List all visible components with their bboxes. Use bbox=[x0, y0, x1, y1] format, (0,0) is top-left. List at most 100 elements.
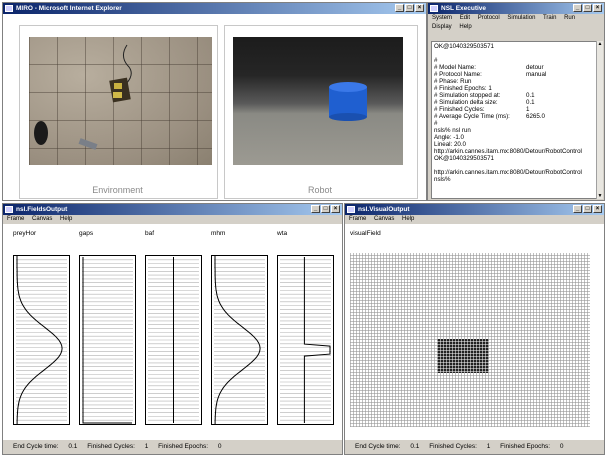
visual-canvas: visualField bbox=[345, 224, 604, 440]
console-line-text: # bbox=[434, 120, 438, 127]
console-line: Lineal: 20.0 bbox=[434, 141, 598, 148]
visual-menubar: Frame Canvas Help bbox=[345, 215, 604, 224]
fields-canvas: preyHor gaps baf mhm wta bbox=[3, 224, 342, 440]
minimize-button[interactable]: _ bbox=[573, 205, 582, 213]
console-line-text: OK@1040329503571 bbox=[434, 155, 494, 162]
console-line: nsls% bbox=[434, 176, 598, 183]
minimize-button[interactable]: _ bbox=[311, 205, 320, 213]
menu-help[interactable]: Help bbox=[60, 216, 72, 222]
visual-titlebar[interactable]: nsl.VisualOutput _ □ × bbox=[345, 204, 604, 215]
finished-epochs-value: 0 bbox=[217, 443, 222, 450]
robot-camera-image bbox=[233, 37, 403, 165]
end-cycle-value: 0.1 bbox=[68, 443, 78, 450]
nsl-console[interactable]: OK@1040329503571 # # Model Name: detour # Pr… bbox=[431, 41, 601, 199]
fields-title: nsl.FieldsOutput bbox=[16, 206, 68, 213]
minimize-button[interactable]: _ bbox=[395, 4, 404, 12]
ie-window: MIRO - Microsoft Internet Explorer _ □ ×… bbox=[2, 2, 427, 201]
console-line: # Phase: Run bbox=[434, 78, 598, 85]
console-line: OK@1040329503571 bbox=[434, 43, 598, 50]
console-scrollbar[interactable]: ▲ ▼ bbox=[596, 41, 603, 199]
field-panel-label: mhm bbox=[211, 230, 226, 237]
finished-epochs-value: 0 bbox=[559, 443, 564, 450]
close-button[interactable]: × bbox=[593, 205, 602, 213]
console-line-value: 1 bbox=[526, 106, 530, 113]
visual-title: nsl.VisualOutput bbox=[358, 206, 410, 213]
maximize-button[interactable]: □ bbox=[583, 4, 592, 12]
scroll-up-arrow[interactable]: ▲ bbox=[597, 41, 603, 47]
console-line: # Simulation stopped at: 0.1 bbox=[434, 92, 598, 99]
visual-field-grid bbox=[350, 253, 590, 427]
nsl-titlebar[interactable]: NSL Executive _ □ × bbox=[428, 3, 604, 14]
close-button[interactable]: × bbox=[593, 4, 602, 12]
console-line-text: http://arkin.cannes.itam.mx:8080/Detour/… bbox=[434, 148, 582, 155]
console-line-text: # Protocol Name: bbox=[434, 71, 482, 78]
menu-canvas[interactable]: Canvas bbox=[32, 216, 52, 222]
nsl-title: NSL Executive bbox=[441, 5, 487, 12]
console-line-value: detour bbox=[526, 64, 544, 71]
menu-protocol[interactable]: Protocol bbox=[478, 15, 500, 21]
menu-edit[interactable]: Edit bbox=[460, 15, 470, 21]
end-cycle-label: End Cycle time: bbox=[13, 443, 59, 450]
finished-cycles-label: Finished Cycles: bbox=[87, 443, 135, 450]
environment-caption: Environment bbox=[92, 185, 143, 195]
console-line: nsls% nsl run bbox=[434, 127, 598, 134]
fields-app-icon bbox=[5, 206, 13, 213]
field-panel-label: baf bbox=[145, 230, 155, 237]
fields-titlebar[interactable]: nsl.FieldsOutput _ □ × bbox=[3, 204, 342, 215]
nsl-app-icon bbox=[430, 5, 438, 12]
menu-frame[interactable]: Frame bbox=[7, 216, 24, 222]
maximize-button[interactable]: □ bbox=[321, 205, 330, 213]
menu-canvas[interactable]: Canvas bbox=[374, 216, 394, 222]
maximize-button[interactable]: □ bbox=[405, 4, 414, 12]
visual-app-icon bbox=[347, 206, 355, 213]
ie-titlebar[interactable]: MIRO - Microsoft Internet Explorer _ □ × bbox=[3, 3, 426, 14]
visual-output-window: nsl.VisualOutput _ □ × Frame Canvas Help… bbox=[344, 203, 605, 455]
console-line: # Finished Epochs: 1 bbox=[434, 85, 598, 92]
end-cycle-value: 0.1 bbox=[410, 443, 420, 450]
console-line-text: nsls% bbox=[434, 176, 451, 183]
field-panel-label: preyHor bbox=[13, 230, 37, 237]
close-button[interactable]: × bbox=[331, 205, 340, 213]
console-line: # Average Cycle Time (ms): 6265.0 bbox=[434, 113, 598, 120]
menu-help[interactable]: Help bbox=[459, 24, 471, 30]
console-line-value: 0.1 bbox=[526, 99, 535, 106]
menu-frame[interactable]: Frame bbox=[349, 216, 366, 222]
console-line: # Finished Cycles: 1 bbox=[434, 106, 598, 113]
field-panel-label: gaps bbox=[79, 230, 94, 237]
finished-epochs-label: Finished Epochs: bbox=[158, 443, 209, 450]
nsl-menubar: System Edit Protocol Simulation Train Ru… bbox=[428, 14, 604, 34]
menu-train[interactable]: Train bbox=[543, 15, 556, 21]
console-line-text: # Simulation stopped at: bbox=[434, 92, 501, 99]
fields-statusbar: End Cycle time: 0.1 Finished Cycles: 1 F… bbox=[3, 440, 342, 454]
maximize-button[interactable]: □ bbox=[583, 205, 592, 213]
fields-output-window: nsl.FieldsOutput _ □ × Frame Canvas Help… bbox=[2, 203, 343, 455]
finished-cycles-value: 1 bbox=[486, 443, 491, 450]
scroll-down-arrow[interactable]: ▼ bbox=[597, 193, 603, 199]
console-line-value: 6265.0 bbox=[526, 113, 545, 120]
close-button[interactable]: × bbox=[415, 4, 424, 12]
console-line-text: OK@1040329503571 bbox=[434, 43, 494, 50]
console-line: # Model Name: detour bbox=[434, 64, 598, 71]
console-line-text: Lineal: 20.0 bbox=[434, 141, 466, 148]
robot-caption: Robot bbox=[307, 185, 333, 195]
console-line-text: # Phase: Run bbox=[434, 78, 472, 85]
visual-statusbar: End Cycle time: 0.1 Finished Cycles: 1 F… bbox=[345, 440, 604, 454]
console-line-text: nsls% nsl run bbox=[434, 127, 471, 134]
console-line-text: # Finished Cycles: bbox=[434, 106, 485, 113]
menu-help[interactable]: Help bbox=[402, 216, 414, 222]
menu-display[interactable]: Display bbox=[432, 24, 452, 30]
menu-simulation[interactable]: Simulation bbox=[507, 15, 535, 21]
menu-run[interactable]: Run bbox=[564, 15, 575, 21]
console-line: Angle: -1.0 bbox=[434, 134, 598, 141]
menu-system[interactable]: System bbox=[432, 15, 452, 21]
minimize-button[interactable]: _ bbox=[573, 4, 582, 12]
visual-field-label: visualField bbox=[350, 230, 381, 237]
console-line: # bbox=[434, 57, 598, 64]
console-line-value: manual bbox=[526, 71, 547, 78]
field-panel-wta bbox=[277, 255, 334, 425]
console-line: http://arkin.cannes.itam.mx:8080/Detour/… bbox=[434, 148, 598, 155]
visual-field-active-region bbox=[437, 339, 489, 373]
finished-cycles-label: Finished Cycles: bbox=[429, 443, 477, 450]
console-line-text: # bbox=[434, 57, 438, 64]
